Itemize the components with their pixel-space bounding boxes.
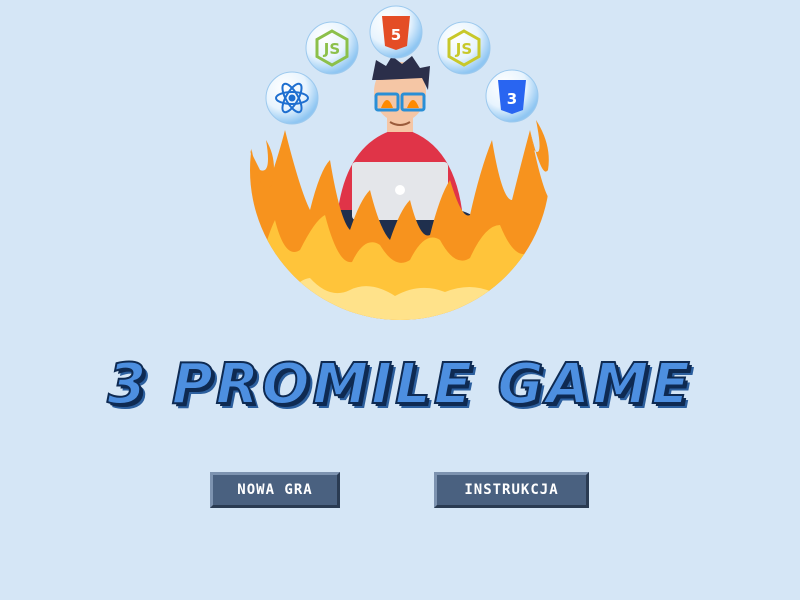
- react-icon: [265, 71, 319, 125]
- html5-icon: 5: [369, 5, 423, 59]
- css3-icon: 3: [485, 69, 539, 123]
- game-title: 3 PROMILE GAME: [106, 351, 693, 418]
- svg-text:5: 5: [391, 26, 401, 44]
- svg-text:3: 3: [507, 90, 517, 108]
- hero-illustration: JS 5 JS 3: [250, 5, 550, 320]
- svg-text:JS: JS: [455, 40, 472, 58]
- new-game-button[interactable]: NOWA GRA: [210, 472, 340, 508]
- nodejs-icon: JS: [305, 21, 359, 75]
- javascript-icon: JS: [437, 21, 491, 75]
- instructions-button[interactable]: INSTRUKCJA: [434, 472, 589, 508]
- svg-text:JS: JS: [323, 40, 340, 58]
